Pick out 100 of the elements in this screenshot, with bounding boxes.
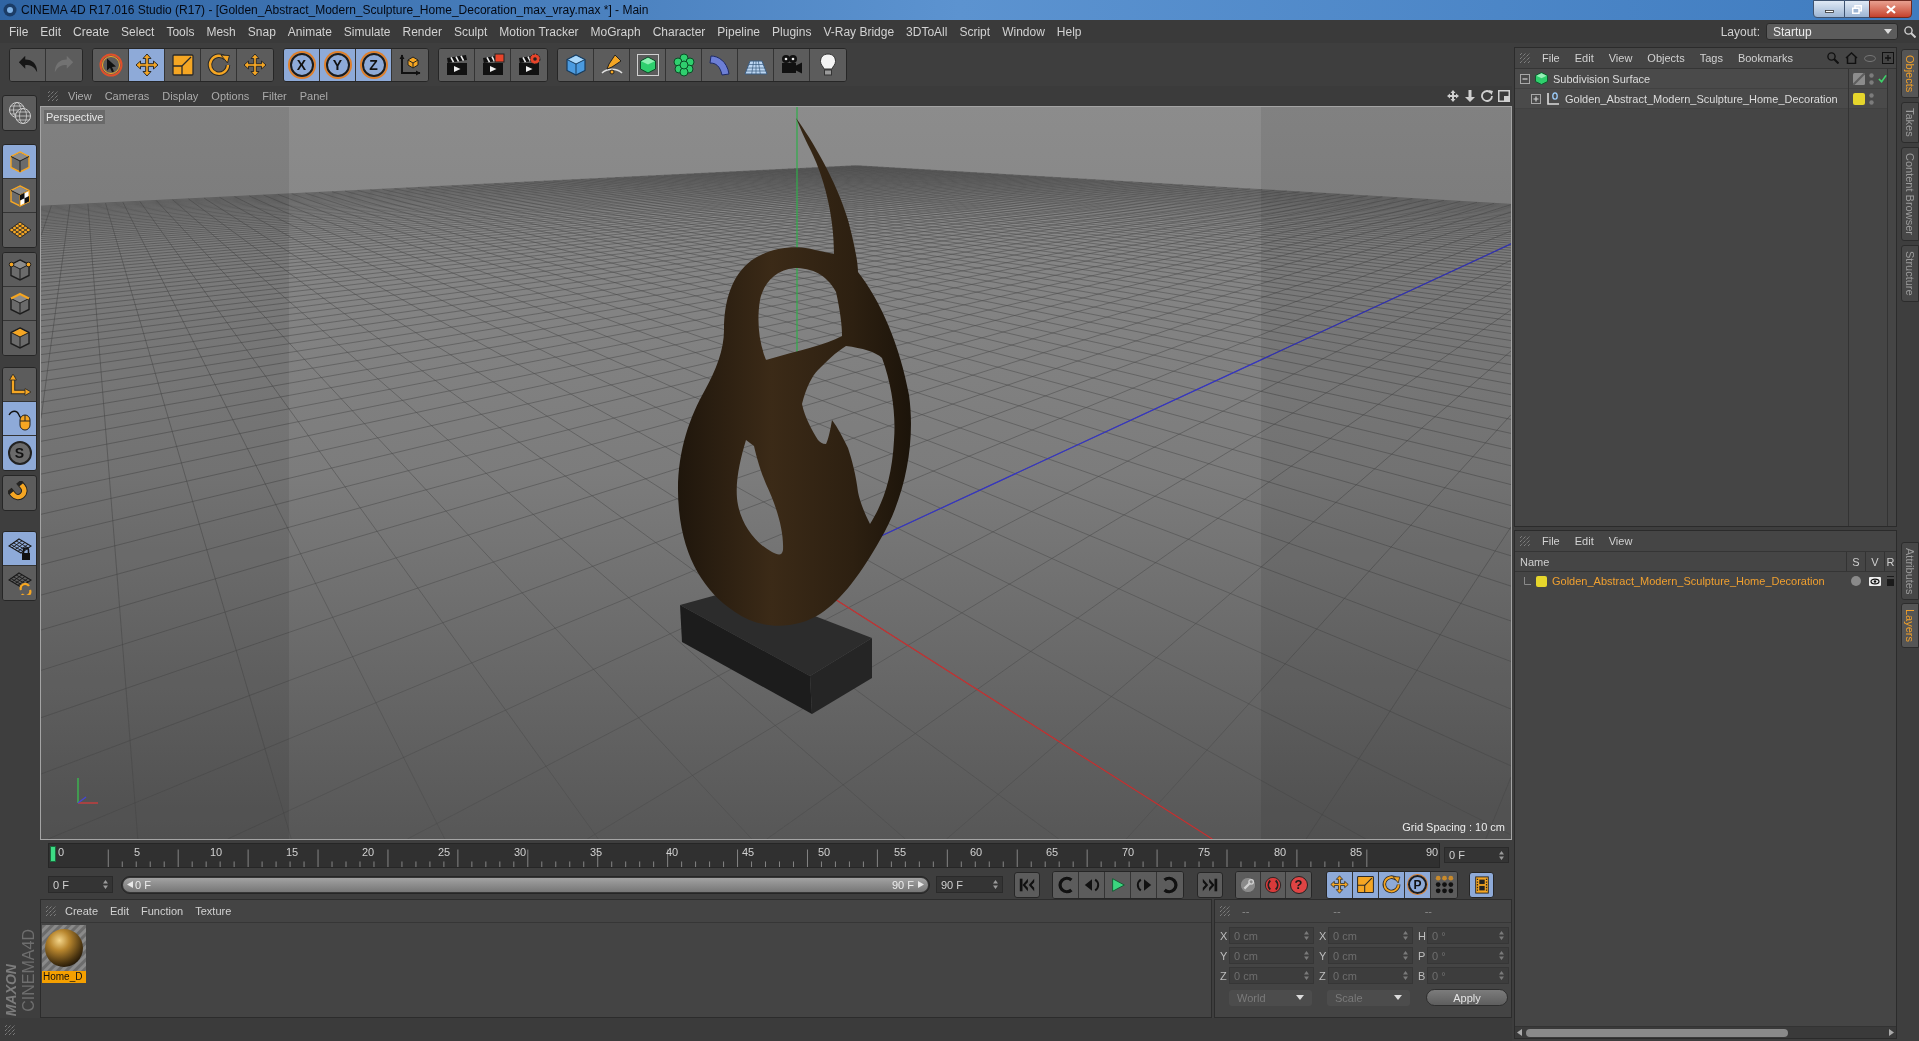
side-tab[interactable]: Objects [1901, 49, 1919, 99]
menu-item[interactable]: 3DToAll [906, 23, 948, 40]
material-menu-item[interactable]: Create [65, 904, 99, 918]
material-menu-item[interactable]: Texture [195, 904, 232, 918]
close-button[interactable] [1869, 0, 1912, 18]
menu-item[interactable]: Mesh [206, 23, 236, 40]
objects-menu-item[interactable]: Tags [1699, 51, 1723, 65]
model-mode-button[interactable] [3, 145, 36, 179]
render-view-button[interactable] [439, 48, 475, 81]
dot-icon [1850, 576, 1861, 586]
previous-key-button[interactable] [1053, 871, 1079, 898]
points-mode-button[interactable] [3, 253, 36, 287]
start-frame-field[interactable]: 0 F [48, 876, 113, 893]
material-menu-item[interactable]: Function [141, 904, 184, 918]
objects-menu-item[interactable]: File [1542, 51, 1560, 65]
menu-item[interactable]: Motion Tracker [499, 23, 579, 40]
viewport-menu-item[interactable]: Filter [262, 89, 287, 103]
rotation-key-button[interactable] [1379, 871, 1405, 898]
snap-button[interactable]: S [3, 436, 36, 470]
viewport-menu-item[interactable]: Cameras [104, 89, 150, 103]
scrollbar-thumb[interactable] [1526, 1028, 1788, 1037]
menu-item[interactable]: Tools [166, 23, 195, 40]
menu-item[interactable]: File [9, 23, 29, 40]
menu-item[interactable]: Render [402, 23, 442, 40]
layers-menu-item[interactable]: File [1542, 534, 1560, 548]
axis-lock-button[interactable]: X [284, 48, 320, 81]
side-tab[interactable]: Attributes [1901, 541, 1919, 601]
material-item[interactable]: Home_D [42, 925, 86, 983]
timeline-button[interactable] [1469, 871, 1494, 898]
menu-item[interactable]: V-Ray Bridge [823, 23, 895, 40]
expand-icon[interactable] [1531, 93, 1541, 104]
menu-item[interactable]: Snap [247, 23, 276, 40]
menu-item[interactable]: Animate [287, 23, 332, 40]
column-header: Name [1520, 554, 1550, 569]
tweak-mode-button[interactable] [3, 402, 36, 436]
objects-menu-item[interactable]: View [1608, 51, 1633, 65]
circular-arrow-icon[interactable] [1481, 90, 1493, 102]
menu-item[interactable]: Sculpt [453, 23, 488, 40]
layers-menu-item[interactable]: Edit [1574, 534, 1594, 548]
layers-menu-item[interactable]: View [1608, 534, 1633, 548]
current-frame-field[interactable]: 0 F [1444, 847, 1509, 863]
position-key-button[interactable] [1327, 871, 1353, 898]
undo-button[interactable] [10, 48, 46, 81]
live-selection-button[interactable] [93, 48, 129, 81]
axis-mode-button[interactable] [3, 368, 36, 402]
objects-menu-item[interactable]: Edit [1574, 51, 1594, 65]
down-arrow-icon[interactable] [1464, 90, 1476, 102]
menu-item[interactable]: Select [121, 23, 155, 40]
record-button[interactable] [1236, 871, 1261, 898]
check-icon[interactable] [1878, 74, 1887, 83]
maximize-button[interactable] [1845, 0, 1869, 18]
menu-item[interactable]: Character [652, 23, 706, 40]
viewport-menu-item[interactable]: Options [211, 89, 250, 103]
autokey-button[interactable] [1261, 871, 1286, 898]
layout-dropdown[interactable]: Startup [1766, 23, 1898, 40]
viewport-menu-item[interactable]: View [68, 89, 92, 103]
scale-key-button[interactable] [1353, 871, 1379, 898]
menu-item[interactable]: Pipeline [717, 23, 761, 40]
clapperboard-icon [444, 52, 469, 77]
move-icon [243, 52, 267, 77]
menu-item[interactable]: Create [73, 23, 110, 40]
workplane-lock-button[interactable] [3, 532, 36, 566]
column-header: -- [1242, 904, 1250, 918]
menu-item[interactable]: MoGraph [590, 23, 641, 40]
sphere-cluster-icon [671, 52, 696, 77]
cube-button[interactable] [558, 48, 594, 81]
menu-item[interactable]: Script [959, 23, 991, 40]
menu-item[interactable]: Plugins [772, 23, 812, 40]
layer-name[interactable]: Golden_Abstract_Modern_Sculpture_Home_Decoration [1552, 574, 1825, 588]
make-editable-button[interactable] [2, 95, 37, 131]
objects-menu-item[interactable]: Bookmarks [1737, 51, 1793, 65]
minimize-button[interactable] [1813, 0, 1845, 18]
viewport-menu-item[interactable]: Display [162, 89, 199, 103]
menu-item[interactable]: Help [1056, 23, 1082, 40]
side-tab[interactable]: Structure [1901, 245, 1919, 302]
move-arrows-icon[interactable] [1447, 90, 1459, 102]
corner-square-icon[interactable] [1498, 90, 1510, 102]
timeline-ruler[interactable]: 0 5 10 15 20 25 30 35 40 45 50 55 60 65 70 75 80 85 90 [48, 842, 1440, 868]
axis-lock-button[interactable]: Z [356, 48, 392, 81]
side-tab[interactable]: Layers [1901, 603, 1919, 649]
magnet-button[interactable] [2, 475, 37, 511]
end-frame-field[interactable]: 90 F [936, 876, 1003, 893]
last-frame-button[interactable] [1197, 871, 1223, 898]
material-menu-item[interactable]: Edit [110, 904, 129, 918]
side-tab[interactable]: Content Browser [1901, 147, 1919, 241]
axis-lock-button[interactable]: Y [320, 48, 356, 81]
objects-menu-item[interactable]: Objects [1647, 51, 1685, 65]
layout-label: Layout: [1720, 23, 1760, 40]
menu-item[interactable]: Edit [40, 23, 62, 40]
spinner-icon [103, 880, 108, 889]
menu-item[interactable]: Simulate [343, 23, 391, 40]
viewport-menu-item[interactable]: Panel [299, 89, 328, 103]
menu-item[interactable]: Window [1002, 23, 1045, 40]
collapse-icon[interactable] [1520, 73, 1530, 84]
parameter-key-button[interactable]: P [1405, 871, 1431, 898]
move-button[interactable] [129, 48, 165, 81]
horizontal-scrollbar[interactable] [1515, 1026, 1896, 1038]
side-tab[interactable]: Takes [1901, 102, 1919, 144]
playhead-marker[interactable] [50, 845, 56, 862]
first-frame-button[interactable] [1014, 871, 1040, 898]
